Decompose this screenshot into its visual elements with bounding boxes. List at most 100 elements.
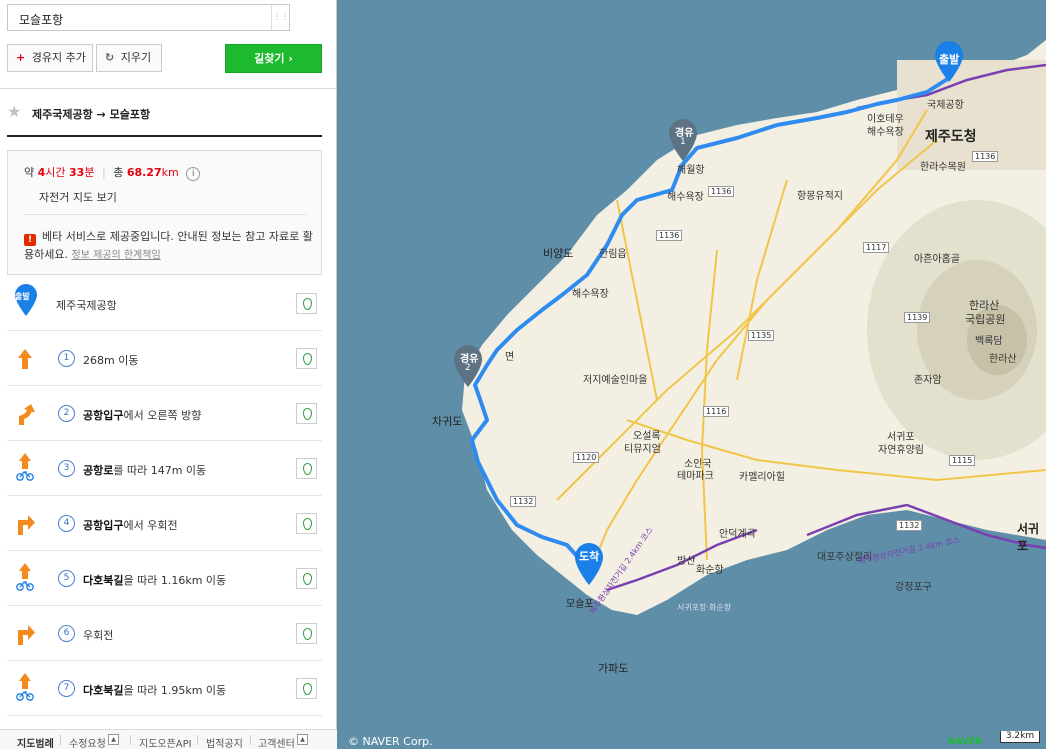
turn-right-arrow-icon — [18, 515, 35, 535]
step-instruction: 우회전 — [83, 629, 114, 642]
route-step[interactable]: 3 공항로를 따라 147m 이동 — [7, 441, 322, 496]
separator — [130, 735, 131, 745]
route-step[interactable]: 6 우회전 — [7, 606, 322, 661]
separator — [60, 735, 61, 745]
map-pin-icon[interactable] — [296, 293, 317, 314]
road-number: 1117 — [863, 242, 890, 253]
step-road: 공항입구 — [83, 519, 124, 532]
map-place-label: 해수욕장 — [572, 289, 609, 300]
start-marker-label[interactable]: 출발 — [939, 51, 959, 67]
route-step[interactable]: 2 공항입구에서 오른쪽 방향 — [7, 386, 322, 441]
map-place-label: 국제공항 — [927, 100, 964, 111]
road-number: 1115 — [949, 455, 976, 466]
legal-notice-link[interactable]: 법적공지 — [206, 735, 243, 750]
step-instruction: 을 따라 1.95km 이동 — [123, 684, 227, 697]
route-step[interactable]: 7 다호북길을 따라 1.95km 이동 — [7, 661, 322, 716]
find-route-label: 길찾기 › — [254, 52, 293, 65]
bear-right-arrow-icon — [19, 404, 35, 425]
map-place-label: 가파도 — [598, 662, 629, 675]
bike-map-link[interactable]: 자전거 지도 보기 — [39, 189, 117, 205]
map-place-label: 해월항 — [677, 165, 705, 176]
map-place-label: 방산 — [677, 556, 696, 567]
map-pin-icon[interactable] — [296, 458, 317, 479]
route-step[interactable]: 4 공항입구에서 우회전 — [7, 496, 322, 551]
map-place-label: 자연휴양림 — [878, 445, 924, 456]
expand-up-icon[interactable]: ▲ — [297, 734, 308, 745]
waypoint-number: 2 — [465, 363, 471, 373]
straight-bike-arrow-icon — [16, 563, 34, 591]
find-route-button[interactable]: 길찾기 › — [225, 44, 322, 73]
map-place-label: 항몽유적지 — [797, 191, 843, 202]
map-place-label: 제주도청 — [925, 129, 977, 145]
warning-text: 베타 서비스로 제공중입니다. 안내된 정보는 참고 자료로 활용하세요. — [24, 230, 313, 261]
start-badge-label: 출발 — [15, 292, 30, 301]
step-text: 268m 이동 — [83, 352, 138, 368]
road-number: 1136 — [708, 186, 735, 197]
step-number: 2 — [58, 405, 75, 422]
route-step[interactable]: 5 다호북길을 따라 1.16km 이동 — [7, 551, 322, 606]
step-text: 다호북길을 따라 1.95km 이동 — [83, 682, 226, 698]
expand-up-icon[interactable]: ▲ — [108, 734, 119, 745]
step-text: 공항입구에서 우회전 — [83, 517, 178, 533]
map-pin-icon[interactable] — [296, 348, 317, 369]
map-route-label: 서귀포항·화순항 — [677, 603, 732, 612]
step-road: 다호북길 — [83, 574, 124, 587]
customer-center-link[interactable]: 고객센터 — [258, 735, 295, 750]
step-road: 공항입구 — [83, 409, 124, 422]
step-instruction: 을 따라 1.16km 이동 — [123, 574, 227, 587]
divider — [7, 135, 322, 137]
road-number: 1132 — [896, 520, 923, 531]
separator — [250, 735, 251, 745]
map-scale-bar: 3.2km — [1000, 731, 1040, 743]
map-place-label: 차귀도 — [432, 415, 463, 428]
step-text: 제주국제공항 — [56, 299, 117, 312]
search-value: 모슬포항 — [19, 13, 64, 27]
route-step[interactable]: 출발 제주국제공항 — [7, 276, 322, 331]
add-waypoint-button[interactable]: + 경유지 추가 — [7, 44, 93, 72]
map-place-label: 카멜리아힐 — [739, 472, 785, 483]
map-pin-icon[interactable] — [296, 623, 317, 644]
road-number: 1139 — [904, 312, 931, 323]
route-step[interactable]: 1 268m 이동 — [7, 331, 322, 386]
step-road: 다호북길 — [83, 684, 124, 697]
map-place-label: 저지예술인마을 — [583, 375, 648, 386]
clear-button[interactable]: ↻ 지우기 — [96, 44, 162, 72]
map-place-label: 티뮤지엄 — [624, 444, 661, 455]
footer-bar: 지도범례 수정요청 ▲ 지도오픈API 법적공지 고객센터 ▲ — [0, 729, 337, 750]
map-pin-icon[interactable] — [296, 568, 317, 589]
open-api-link[interactable]: 지도오픈API — [139, 735, 192, 750]
route-panel: 모슬포항 ⋮⋮ + 경유지 추가 ↻ 지우기 길찾기 › ★ 제주국제공항 → … — [0, 0, 337, 750]
road-number: 1136 — [972, 151, 999, 162]
map-place-label: 면 — [505, 352, 515, 363]
warning-icon: ! — [24, 234, 36, 246]
copyright-text: © NAVER Corp. — [348, 735, 433, 748]
map-legend-link[interactable]: 지도범례 — [17, 735, 54, 750]
edit-request-link[interactable]: 수정요청 — [69, 735, 106, 750]
drag-handle-icon[interactable]: ⋮⋮ — [271, 5, 290, 30]
step-number: 6 — [58, 625, 75, 642]
liability-link[interactable]: 정보 제공의 한계책임 — [71, 250, 160, 261]
map-view[interactable]: 출발 경유 1 경유 2 도착 국제공항 이호테우 해수욕장 제주도청 한라수목… — [337, 0, 1046, 749]
map-pin-icon[interactable] — [296, 513, 317, 534]
step-number: 5 — [58, 570, 75, 587]
step-text: 다호북길을 따라 1.16km 이동 — [83, 572, 226, 588]
star-icon[interactable]: ★ — [7, 102, 21, 121]
straight-bike-arrow-icon — [16, 673, 34, 701]
add-waypoint-label: 경유지 추가 — [31, 51, 86, 64]
map-place-label: 비양도 — [543, 247, 574, 260]
info-icon[interactable]: i — [186, 167, 201, 181]
step-instruction: 268m 이동 — [83, 354, 139, 367]
end-marker-label[interactable]: 도착 — [579, 548, 599, 564]
step-text: 공항입구에서 오른쪽 방향 — [83, 407, 201, 423]
map-place-label: 화순항 — [696, 565, 724, 576]
map-place-label: 한림읍 — [599, 249, 627, 260]
step-instruction: 를 따라 147m 이동 — [113, 464, 207, 477]
destination-search-input[interactable]: 모슬포항 ⋮⋮ — [7, 4, 290, 31]
separator — [197, 735, 198, 745]
road-number: 1136 — [656, 230, 683, 241]
beta-warning: ! 베타 서비스로 제공중입니다. 안내된 정보는 참고 자료로 활용하세요. 정… — [24, 228, 314, 265]
map-pin-icon[interactable] — [296, 678, 317, 699]
step-number: 3 — [58, 460, 75, 477]
distance-unit: km — [161, 166, 179, 179]
map-pin-icon[interactable] — [296, 403, 317, 424]
